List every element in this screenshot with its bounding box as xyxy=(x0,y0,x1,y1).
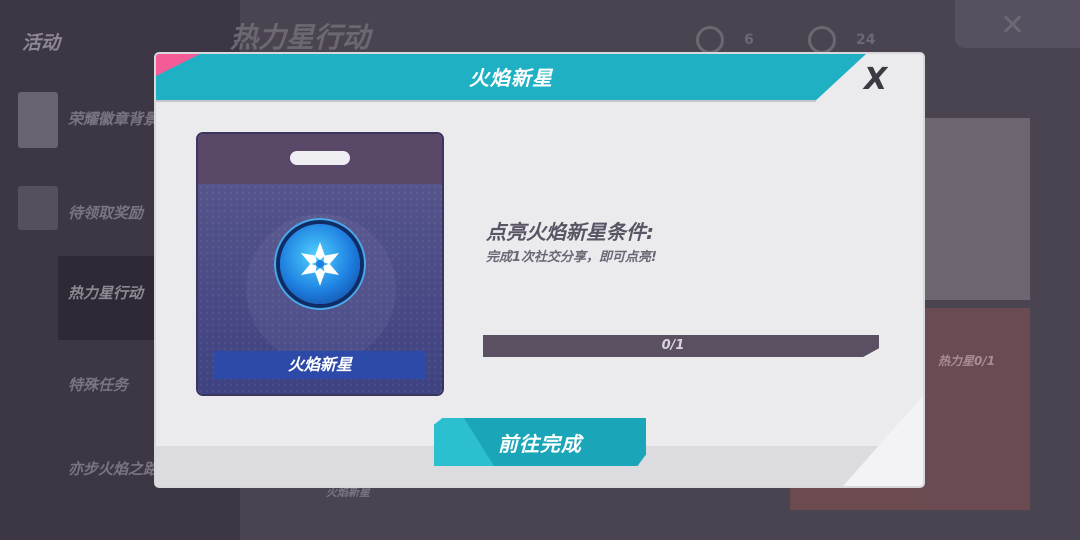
background-bottom-label: 火焰新星 xyxy=(326,486,370,499)
close-button[interactable]: X xyxy=(858,62,900,97)
condition-description: 完成1次社交分享，即可点亮! xyxy=(486,250,657,265)
go-complete-label: 前往完成 xyxy=(498,432,582,456)
sidebar-item-label: 荣耀徽章背景 xyxy=(68,110,159,128)
sidebar-item-label: 待领取奖励 xyxy=(68,204,144,222)
reward-card-red xyxy=(918,308,1030,508)
progress-bar: 0/1 xyxy=(483,335,879,357)
close-icon: X xyxy=(864,62,888,97)
title-divider xyxy=(156,100,816,102)
sidebar-title: 活动 xyxy=(22,32,61,54)
badge-hanger xyxy=(290,151,350,165)
page-title: 热力星行动 xyxy=(230,21,371,54)
badge-name: 火焰新星 xyxy=(214,351,426,379)
wheel-icon xyxy=(18,92,58,148)
badge-dialog: 火焰新星 X 火焰新星 点亮火焰新星条件: 完成1次社交分享，即可点亮! 0/1… xyxy=(156,54,923,486)
dialog-title: 火焰新星 xyxy=(469,66,553,90)
background-progress: 热力星0/1 xyxy=(938,354,996,368)
background-close-icon[interactable]: ✕ xyxy=(1000,8,1025,43)
sidebar-item-label: 亦步火焰之路 xyxy=(68,460,159,478)
gear-coin-icon xyxy=(808,26,836,54)
condition-title: 点亮火焰新星条件: xyxy=(486,220,654,244)
resource-count: 6 xyxy=(744,32,754,48)
gift-icon xyxy=(18,186,58,230)
resource-counter-1: 24 xyxy=(808,26,875,54)
snowflake-medal-icon xyxy=(280,224,360,304)
star-badge-icon xyxy=(696,26,724,54)
reward-card xyxy=(918,118,1030,300)
sidebar-item-label: 特殊任务 xyxy=(68,376,129,394)
resource-counter-0: 6 xyxy=(696,26,754,54)
go-complete-button[interactable]: 前往完成 xyxy=(434,418,646,466)
corner-decoration xyxy=(843,396,923,486)
sidebar-item-label: 热力星行动 xyxy=(68,284,144,302)
progress-text: 0/1 xyxy=(661,338,685,353)
badge-card: 火焰新星 xyxy=(198,134,442,394)
resource-count: 24 xyxy=(856,32,876,48)
